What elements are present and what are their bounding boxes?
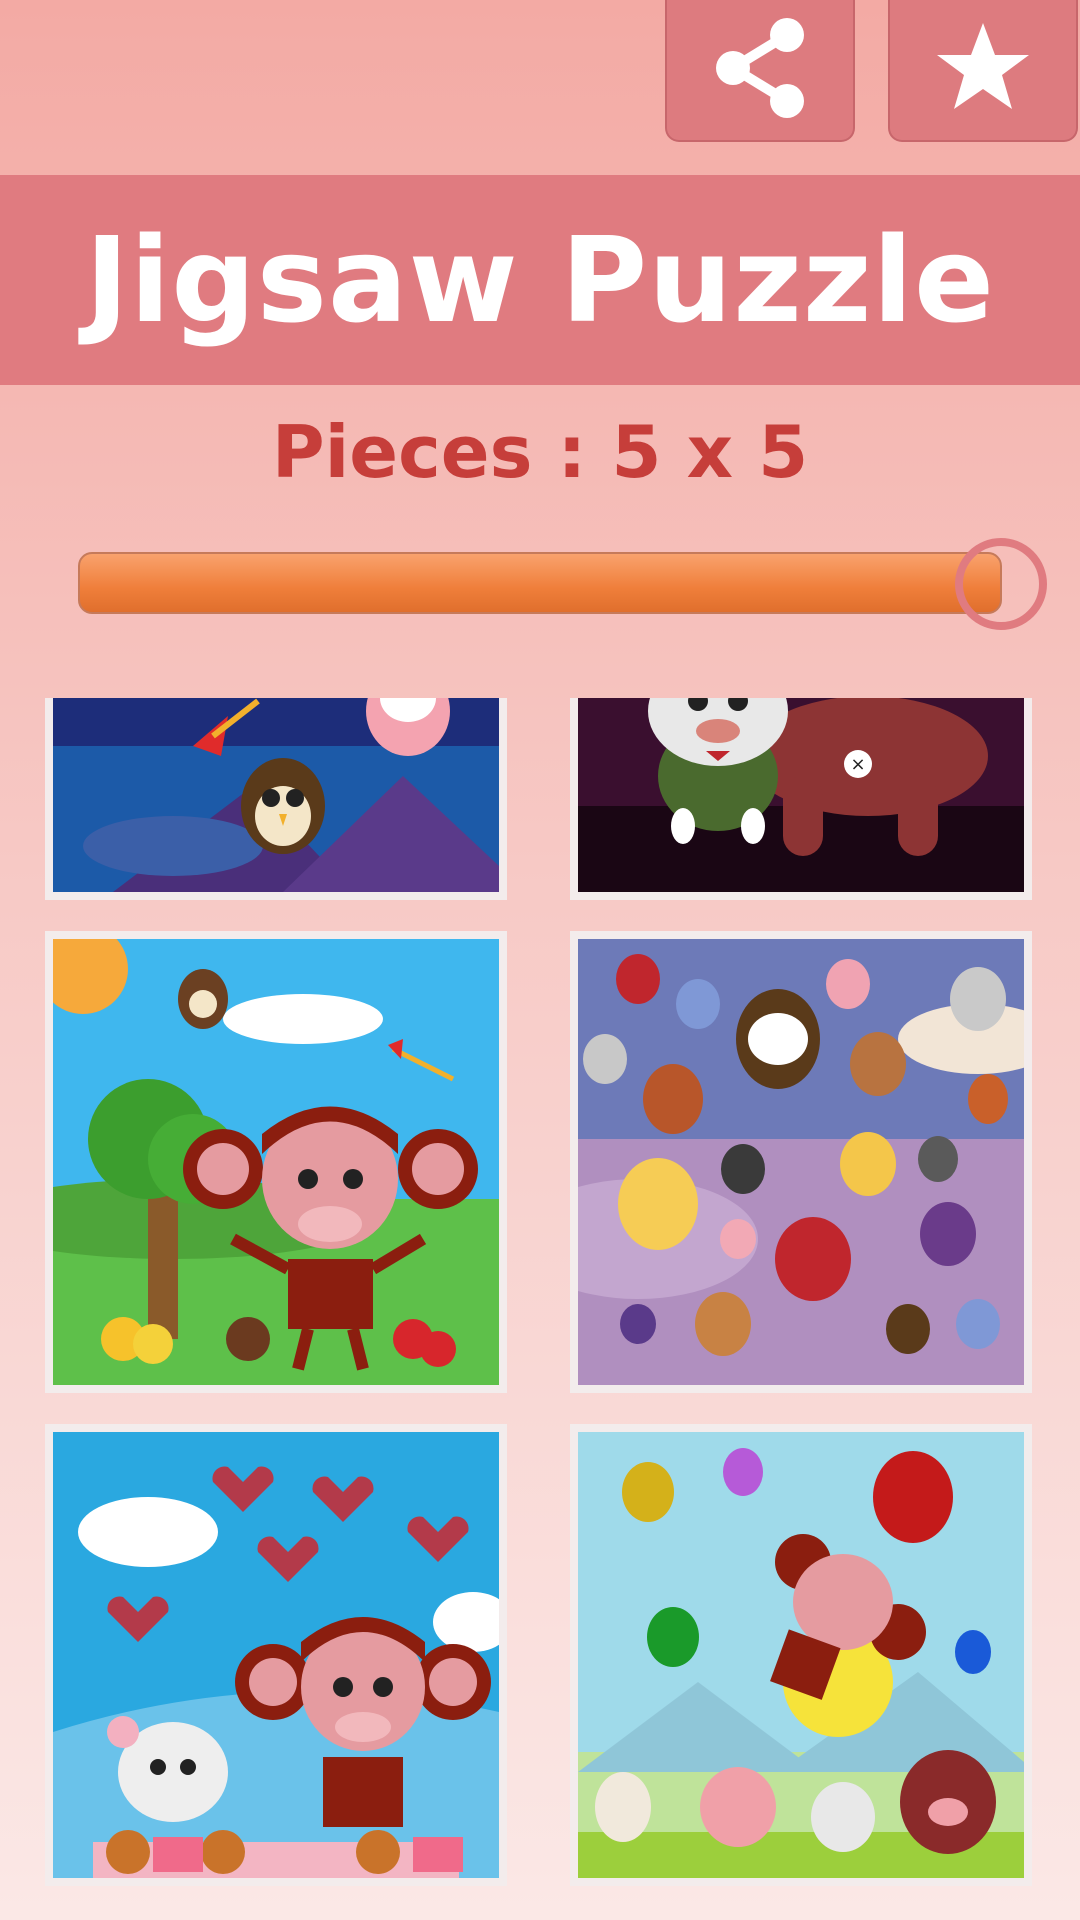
bunny-bear-night-image: × [578, 698, 1024, 892]
monkey-balloons-image [578, 1432, 1024, 1878]
puzzle-thumbnail-bunny-bear-night[interactable]: × [570, 698, 1032, 900]
monkey-meadow-image [53, 939, 499, 1385]
pieces-slider-track[interactable] [78, 552, 1002, 614]
share-icon [705, 13, 815, 127]
puzzle-thumbnail-monkey-balloons[interactable] [570, 1424, 1032, 1886]
app-title: Jigsaw Puzzle [84, 211, 996, 349]
svg-text:×: × [850, 754, 865, 775]
share-button[interactable] [665, 0, 855, 142]
puzzle-thumbnail-monkey-hearts[interactable] [45, 1424, 507, 1886]
puzzle-gallery[interactable]: × [0, 698, 1080, 1920]
title-bar: Jigsaw Puzzle [0, 175, 1080, 385]
owls-night-image [53, 698, 499, 892]
monkey-hearts-image [53, 1432, 499, 1878]
star-icon [928, 13, 1038, 127]
favorite-button[interactable] [888, 0, 1078, 142]
pieces-label: Pieces : 5 x 5 [271, 410, 809, 494]
owls-evening-image [578, 939, 1024, 1385]
puzzle-thumbnail-owls-evening[interactable] [570, 931, 1032, 1393]
puzzle-thumbnail-owls-night[interactable] [45, 698, 507, 900]
pieces-slider-thumb[interactable] [955, 538, 1047, 630]
puzzle-thumbnail-monkey-meadow[interactable] [45, 931, 507, 1393]
